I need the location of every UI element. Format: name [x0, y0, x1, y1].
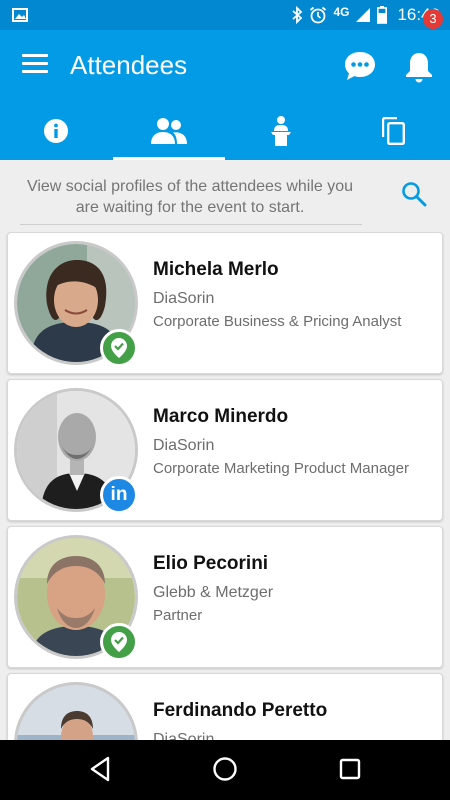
avatar	[14, 682, 138, 740]
attendee-card[interactable]: Ferdinando Peretto DiaSorin	[7, 673, 443, 740]
notification-count-badge[interactable]: 3	[423, 9, 443, 29]
app-bar: Attendees	[0, 30, 450, 102]
attendee-role: Corporate Marketing Product Manager	[153, 460, 409, 477]
attendee-list[interactable]: Michela Merlo DiaSorin Corporate Busines…	[0, 232, 450, 740]
attendee-card[interactable]: Elio Pecorini Glebb & Metzger Partner	[7, 526, 443, 668]
attendee-company: DiaSorin	[153, 731, 215, 740]
tab-bar	[0, 102, 450, 160]
attendee-card[interactable]: in Marco Minerdo DiaSorin Corporate Mark…	[7, 379, 443, 521]
verified-icon	[100, 623, 138, 661]
copy-icon	[381, 117, 405, 145]
system-navigation-bar	[0, 740, 450, 800]
search-icon[interactable]	[401, 181, 427, 207]
hint-section: View social profiles of the attendees wh…	[0, 160, 450, 226]
attendee-name: Marco Minerdo	[153, 406, 289, 427]
attendee-company: DiaSorin	[153, 290, 215, 307]
tab-attendees[interactable]	[112, 102, 226, 160]
recent-apps-icon[interactable]	[338, 755, 362, 783]
speaker-podium-icon	[271, 116, 292, 146]
signal-icon	[356, 8, 371, 22]
home-icon[interactable]	[212, 755, 238, 783]
attendee-role: Partner	[153, 607, 203, 624]
attendee-company: DiaSorin	[153, 437, 215, 454]
alarm-icon	[310, 6, 327, 24]
attendee-company: Glebb & Metzger	[153, 584, 274, 601]
battery-icon	[377, 6, 388, 24]
attendee-name: Elio Pecorini	[153, 553, 269, 574]
status-bar: 4G 16:49	[0, 0, 450, 30]
hint-divider	[20, 224, 362, 225]
linkedin-icon[interactable]: in	[100, 476, 138, 514]
attendee-role: Corporate Business & Pricing Analyst	[153, 313, 402, 330]
verified-icon	[100, 329, 138, 367]
page-title: Attendees	[70, 50, 188, 80]
attendee-card[interactable]: Michela Merlo DiaSorin Corporate Busines…	[7, 232, 443, 374]
network-type: 4G	[333, 5, 350, 19]
menu-icon[interactable]	[22, 54, 48, 76]
gallery-icon	[12, 8, 28, 22]
attendee-name: Ferdinando Peretto	[153, 700, 328, 721]
attendee-name: Michela Merlo	[153, 259, 279, 280]
bluetooth-icon	[292, 6, 303, 24]
chat-icon[interactable]	[343, 49, 377, 83]
hint-text: View social profiles of the attendees wh…	[26, 178, 354, 216]
info-icon	[44, 119, 69, 143]
tab-info[interactable]	[0, 102, 113, 160]
notifications-bell-icon[interactable]	[404, 50, 434, 84]
people-icon	[150, 118, 187, 144]
tab-speakers[interactable]	[225, 102, 338, 160]
back-icon[interactable]	[88, 755, 112, 783]
tab-documents[interactable]	[338, 102, 450, 160]
